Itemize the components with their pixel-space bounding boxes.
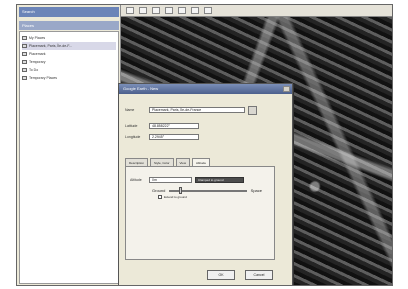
dialog-tabs: Description Style, Color View Altitude [125, 158, 210, 166]
cancel-button[interactable]: Cancel [245, 270, 273, 280]
extend-to-ground-row: Extend to ground [158, 195, 187, 199]
toolbar-button-7[interactable] [204, 7, 212, 14]
tree-item-to-do[interactable]: To Do [22, 66, 116, 74]
main-toolbar [121, 5, 392, 17]
name-input[interactable]: Placemark, Paris, Île-de-France [149, 107, 245, 113]
toolbar-button-5[interactable] [178, 7, 186, 14]
tab-view[interactable]: View [175, 158, 190, 166]
placemark-icon-button[interactable] [248, 105, 257, 115]
folder-icon [22, 60, 27, 65]
toolbar-button-4[interactable] [165, 7, 173, 14]
longitude-label: Longitude [125, 135, 141, 139]
altitude-mode-select[interactable]: Clamped to ground [195, 177, 244, 183]
longitude-row: Longitude 2.2945° [125, 133, 199, 141]
tree-item-temporary-places[interactable]: Temporary Places [22, 74, 116, 82]
places-panel-header[interactable]: Places [19, 21, 119, 30]
tree-item-temporary[interactable]: Temporary [22, 58, 116, 66]
folder-icon [22, 76, 27, 81]
placemark-properties-dialog: Google Earth - New Name Placemark, Paris… [118, 83, 293, 285]
altitude-slider[interactable] [169, 186, 247, 194]
tab-style-color[interactable]: Style, Color [150, 158, 174, 166]
folder-icon [22, 68, 27, 73]
placemark-icon [22, 44, 27, 49]
slider-ground-label: Ground [152, 188, 166, 193]
name-label: Name [125, 108, 135, 112]
extend-to-ground-checkbox[interactable] [158, 195, 162, 199]
altitude-label: Altitude [130, 178, 142, 182]
extend-to-ground-label: Extend to ground [164, 195, 187, 199]
left-sidebar: Search Places My Places Placemark, Paris… [17, 5, 121, 285]
search-panel-header[interactable]: Search [19, 7, 119, 17]
places-tree[interactable]: My Places Placemark, Paris, Île-de-F... … [19, 31, 119, 284]
slider-space-label: Space [250, 188, 262, 193]
tree-item-my-places[interactable]: My Places [22, 34, 116, 42]
close-icon[interactable] [283, 86, 290, 92]
dialog-title: Google Earth - New [119, 84, 292, 94]
name-row: Name Placemark, Paris, Île-de-France [125, 105, 257, 115]
toolbar-button-2[interactable] [139, 7, 147, 14]
toolbar-button-3[interactable] [152, 7, 160, 14]
tree-item-placemark[interactable]: Placemark [22, 50, 116, 58]
folder-icon [22, 36, 27, 41]
latitude-row: Latitude 48.858222° [125, 122, 199, 130]
ok-button[interactable]: OK [207, 270, 235, 280]
altitude-input[interactable]: 0m [149, 177, 192, 183]
slider-thumb[interactable] [179, 186, 183, 194]
placemark-icon [22, 52, 27, 57]
dialog-buttons: OK Cancel [207, 270, 273, 280]
latitude-label: Latitude [125, 124, 138, 128]
tab-description[interactable]: Description [125, 158, 149, 166]
altitude-slider-row: Ground Space [152, 186, 262, 194]
tab-altitude[interactable]: Altitude [191, 158, 210, 166]
latitude-input[interactable]: 48.858222° [149, 123, 199, 129]
toolbar-button-1[interactable] [126, 7, 134, 14]
longitude-input[interactable]: 2.2945° [149, 134, 199, 140]
toolbar-button-6[interactable] [191, 7, 199, 14]
altitude-row: Altitude 0m Clamped to ground [130, 177, 244, 183]
google-earth-window: Search Places My Places Placemark, Paris… [16, 4, 393, 286]
tree-item-placemark-paris[interactable]: Placemark, Paris, Île-de-F... [22, 42, 116, 50]
